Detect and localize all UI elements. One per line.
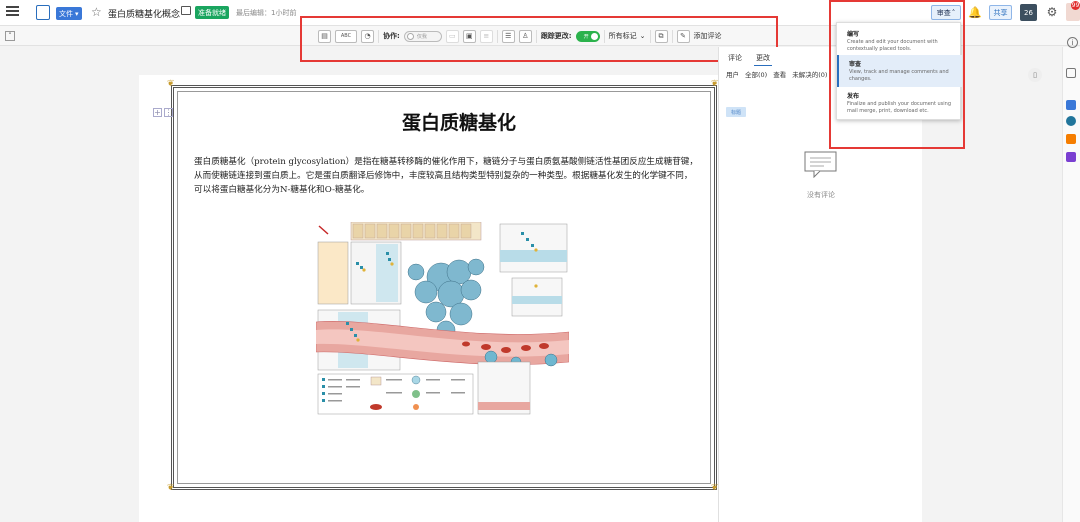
filter-user-label: 用户 — [726, 71, 739, 79]
puzzle-icon[interactable] — [1066, 152, 1076, 162]
heading-tag[interactable]: 标题 — [726, 107, 746, 117]
highlight-box-toolbar — [300, 16, 778, 62]
chevron-down-icon: ▾ — [75, 9, 79, 18]
bell-icon[interactable]: 🔔 — [968, 5, 982, 19]
share-button[interactable]: 共享 — [989, 5, 1012, 20]
folder-icon[interactable] — [181, 6, 191, 15]
figure-illustration — [315, 221, 570, 415]
comment-filters: 用户 全部(0) 查看 未解决的(0) — [726, 69, 827, 79]
filter-user-dropdown[interactable]: 全部(0) — [745, 69, 767, 79]
avatar[interactable]: 26 — [1020, 4, 1037, 21]
menu-icon[interactable] — [6, 5, 20, 19]
document-title[interactable]: 蛋白质糖基化概念 — [108, 7, 180, 20]
tab-changes[interactable]: 更改 — [754, 52, 772, 66]
comment-empty-icon — [804, 151, 837, 178]
corner-ornament-icon: ❦ — [167, 79, 175, 89]
block-handle-icon[interactable]: ⋮ — [164, 108, 173, 117]
panel-icon[interactable] — [1066, 68, 1076, 78]
gear-icon[interactable]: ⚙ — [1045, 5, 1059, 19]
highlight-box-mode-menu — [829, 0, 965, 149]
body-paragraph[interactable]: 蛋白质糖基化（protein glycosylation）是指在糖基转移酶的催化… — [194, 155, 699, 197]
status-badge: 准备就绪 — [195, 6, 229, 19]
page-heading[interactable]: 蛋白质糖基化 — [402, 108, 516, 135]
file-menu-label: 文件 — [59, 9, 73, 18]
wordpress-icon[interactable] — [1066, 116, 1076, 126]
star-icon[interactable]: ☆ — [91, 5, 102, 19]
notification-count-badge: 99 — [1071, 1, 1080, 10]
last-edited-text: 最后编辑：1小时前 — [236, 9, 297, 17]
no-comments-text: 没有评论 — [807, 191, 835, 199]
panel-toggle-icon[interactable]: ▯ — [1028, 68, 1042, 82]
collapse-left-icon[interactable]: ˄ — [5, 31, 15, 41]
file-menu-button[interactable]: 文件 ▾ — [56, 7, 82, 20]
filter-view-dropdown[interactable]: 未解决的(0) — [792, 69, 827, 79]
filter-view-label: 查看 — [773, 71, 787, 79]
document-icon — [36, 5, 50, 20]
pen-extension-icon[interactable] — [1066, 100, 1076, 110]
info-icon[interactable]: i — [1067, 37, 1078, 48]
glycosylation-diagram-image[interactable] — [315, 221, 570, 415]
tab-comments[interactable]: 评论 — [726, 52, 744, 66]
add-block-icon[interactable]: + — [153, 108, 162, 117]
corner-ornament-icon: ❦ — [167, 483, 175, 493]
blogger-icon[interactable] — [1066, 134, 1076, 144]
